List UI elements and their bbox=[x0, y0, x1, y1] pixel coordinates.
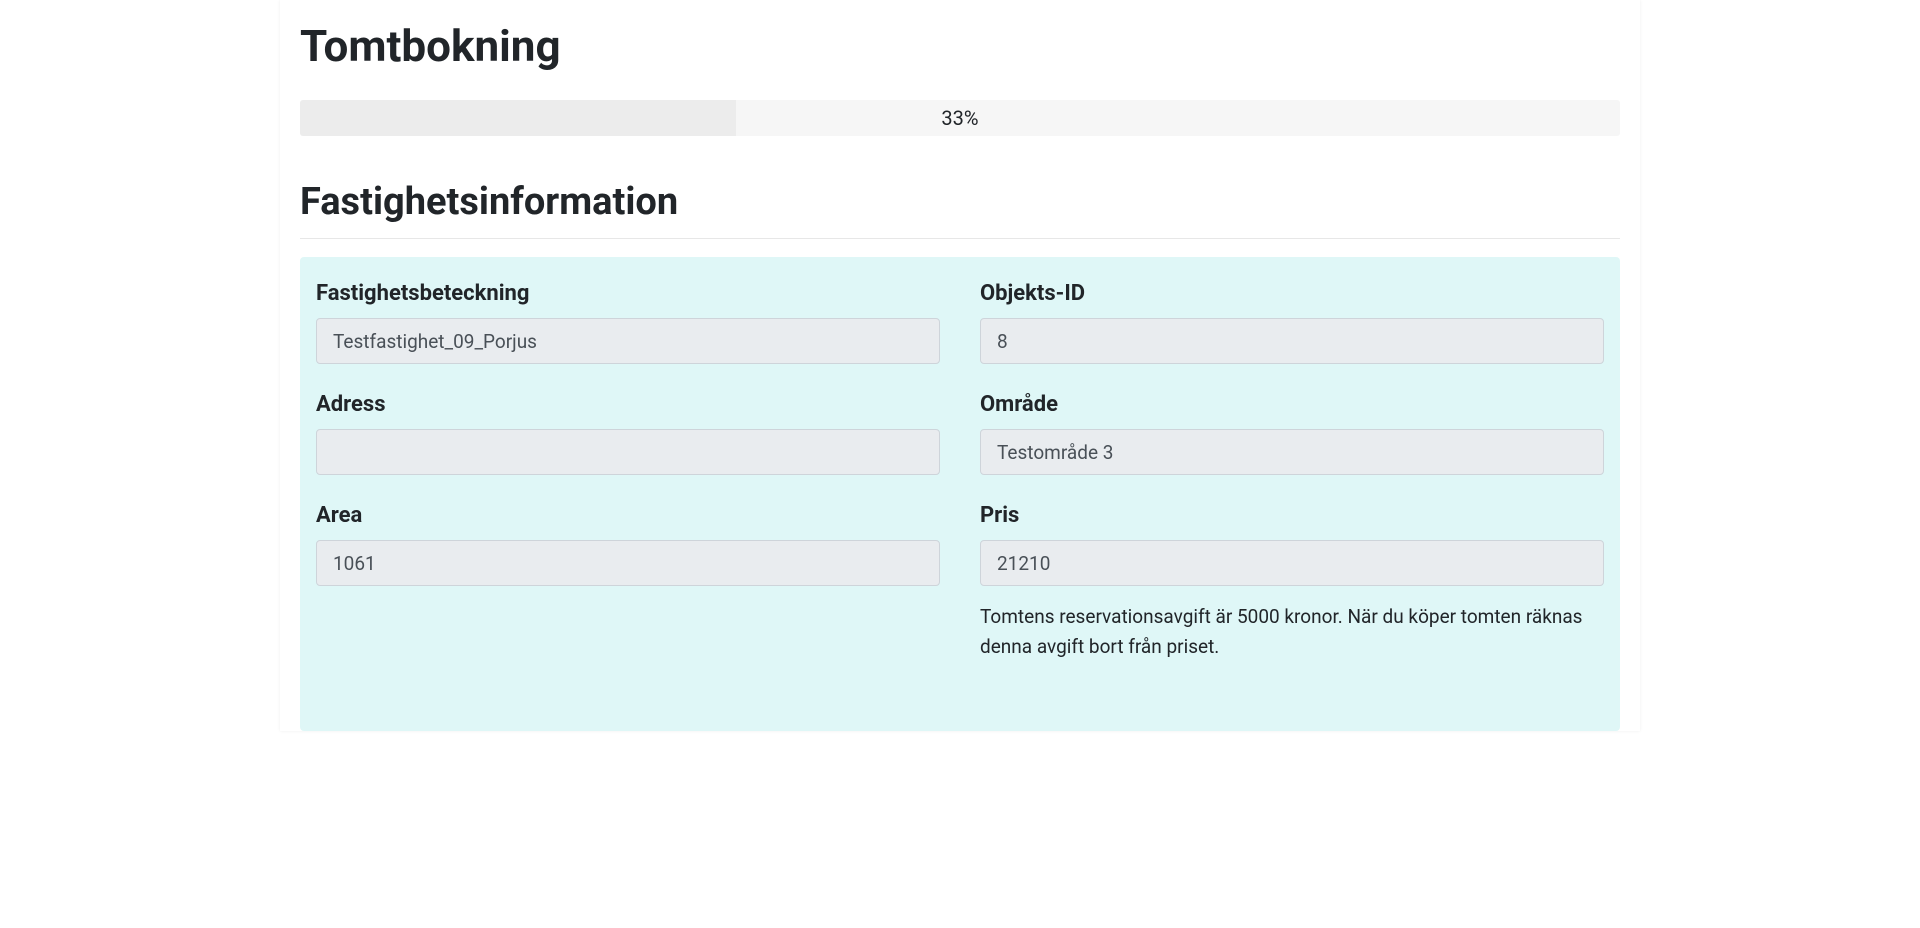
fastighetsbeteckning-input[interactable] bbox=[316, 318, 940, 364]
objekts-id-input[interactable] bbox=[980, 318, 1604, 364]
form-row-3: Area Pris Tomtens reservationsavgift är … bbox=[316, 503, 1604, 663]
form-col-left: Fastighetsbeteckning bbox=[316, 281, 940, 384]
main-content: Tomtbokning 33% Fastighetsinformation Fa… bbox=[280, 20, 1640, 731]
adress-label: Adress bbox=[316, 392, 940, 417]
adress-input[interactable] bbox=[316, 429, 940, 475]
pris-input[interactable] bbox=[980, 540, 1604, 586]
form-row-1: Fastighetsbeteckning Objekts-ID bbox=[316, 281, 1604, 384]
objekts-id-label: Objekts-ID bbox=[980, 281, 1604, 306]
area-label: Area bbox=[316, 503, 940, 528]
area-input[interactable] bbox=[316, 540, 940, 586]
pris-label: Pris bbox=[980, 503, 1604, 528]
form-col-right: Pris Tomtens reservationsavgift är 5000 … bbox=[980, 503, 1604, 663]
page-wrapper: Tomtbokning 33% Fastighetsinformation Fa… bbox=[0, 0, 1920, 731]
form-row-2: Adress Område bbox=[316, 392, 1604, 495]
fastighetsbeteckning-label: Fastighetsbeteckning bbox=[316, 281, 940, 306]
page-title: Tomtbokning bbox=[300, 20, 1620, 72]
main-container: Tomtbokning 33% Fastighetsinformation Fa… bbox=[280, 0, 1640, 731]
property-info-panel: Fastighetsbeteckning Objekts-ID Adress O bbox=[300, 257, 1620, 731]
omrade-input[interactable] bbox=[980, 429, 1604, 475]
form-col-left: Area bbox=[316, 503, 940, 663]
section-title: Fastighetsinformation bbox=[300, 180, 1620, 239]
progress-bar-label: 33% bbox=[300, 100, 1620, 136]
reservation-fee-help-text: Tomtens reservationsavgift är 5000 krono… bbox=[980, 602, 1604, 663]
progress-bar-container: 33% bbox=[300, 100, 1620, 136]
form-col-right: Objekts-ID bbox=[980, 281, 1604, 384]
form-col-left: Adress bbox=[316, 392, 940, 495]
omrade-label: Område bbox=[980, 392, 1604, 417]
form-col-right: Område bbox=[980, 392, 1604, 495]
